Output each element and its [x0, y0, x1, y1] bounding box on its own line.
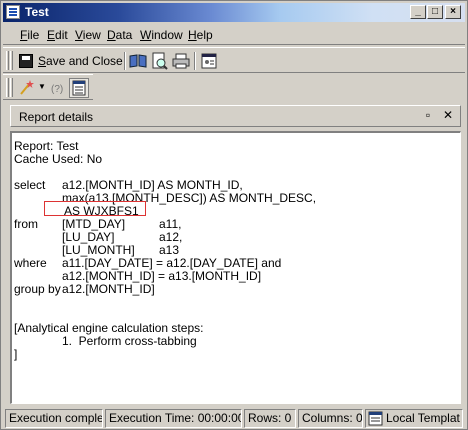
- menu-data[interactable]: Data: [107, 28, 132, 42]
- floppy-disk-icon: [19, 54, 33, 68]
- template-label: Local Templat: [386, 411, 460, 425]
- book-icon[interactable]: [128, 51, 148, 71]
- grid-view-icon[interactable]: [69, 78, 89, 98]
- toolbar-separator: [194, 52, 196, 70]
- status-columns: Columns: 0: [298, 409, 363, 428]
- menu-bar: File Edit View Data Window Help: [3, 25, 465, 45]
- app-icon: [6, 5, 20, 19]
- dropdown-arrow-icon[interactable]: ▼: [38, 82, 46, 102]
- sql-keyword-from: from: [14, 217, 38, 231]
- status-bar: Execution complete Execution Time: 00:00…: [3, 408, 465, 429]
- status-execution-state: Execution complete: [5, 409, 103, 428]
- section-title: Report details: [19, 110, 94, 124]
- view-toolbar: ▼ (?): [3, 74, 93, 100]
- engine-step: 1. Perform cross-tabbing: [62, 334, 197, 348]
- toolbar-grip[interactable]: [10, 51, 13, 70]
- save-and-close-button[interactable]: Save and Close: [17, 51, 123, 71]
- status-execution-time: Execution Time: 00:00:00: [105, 409, 242, 428]
- save-and-close-label: Save and Close: [38, 54, 123, 68]
- properties-icon[interactable]: [199, 51, 219, 71]
- toolbar-grip[interactable]: [6, 51, 9, 70]
- template-icon: [368, 411, 383, 426]
- restore-pane-icon[interactable]: ▫: [421, 109, 435, 123]
- toolbar-grip[interactable]: [10, 78, 13, 97]
- sql-line: a12.[MONTH_ID]: [62, 282, 155, 296]
- toolbar-separator: [124, 52, 126, 70]
- menu-view[interactable]: View: [75, 28, 101, 42]
- sql-keyword-where: where: [14, 256, 47, 270]
- status-template: Local Templat: [365, 409, 463, 428]
- sql-view-icon[interactable]: (?): [49, 78, 69, 98]
- title-bar[interactable]: Test _ □ ×: [3, 3, 465, 22]
- report-details-text[interactable]: Report: Test Cache Used: No select a12.[…: [10, 131, 461, 404]
- print-preview-icon[interactable]: [149, 51, 169, 71]
- svg-text:(?): (?): [51, 84, 63, 95]
- report-details-header: Report details ▫ ✕: [10, 105, 461, 127]
- printer-icon[interactable]: [171, 51, 191, 71]
- report-window: Test _ □ × File Edit View Data Window He…: [0, 0, 468, 430]
- minimize-button[interactable]: _: [410, 5, 426, 19]
- sql-keyword-group-by: group by: [14, 282, 61, 296]
- engine-steps-close: ]: [14, 347, 18, 361]
- menu-help[interactable]: Help: [188, 28, 213, 42]
- close-pane-icon[interactable]: ✕: [441, 109, 455, 123]
- close-button[interactable]: ×: [445, 5, 461, 19]
- menu-edit[interactable]: Edit: [47, 28, 68, 42]
- wizard-icon[interactable]: [17, 78, 37, 98]
- menu-window[interactable]: Window: [140, 28, 183, 42]
- status-rows: Rows: 0: [244, 409, 296, 428]
- toolbar-grip[interactable]: [6, 78, 9, 97]
- menu-file[interactable]: File: [20, 28, 39, 42]
- highlight-box: [44, 201, 146, 216]
- maximize-button[interactable]: □: [427, 5, 443, 19]
- sql-keyword-select: select: [14, 178, 46, 192]
- window-title: Test: [25, 5, 49, 19]
- standard-toolbar: Save and Close: [3, 47, 465, 73]
- cache-used: Cache Used: No: [14, 152, 103, 166]
